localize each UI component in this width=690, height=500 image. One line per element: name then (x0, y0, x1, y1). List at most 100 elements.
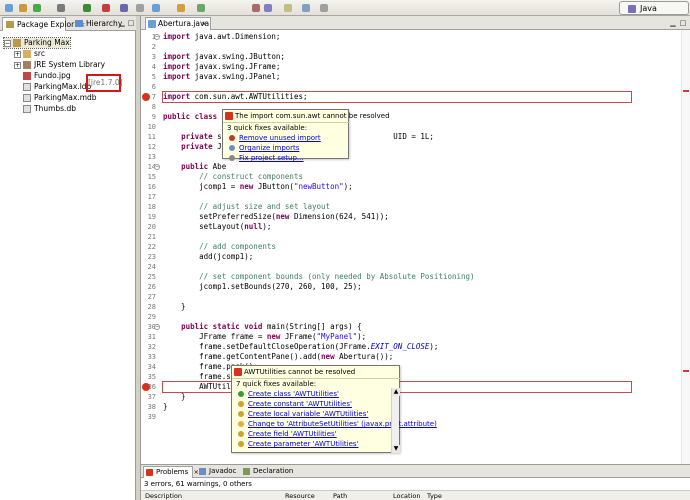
expand-icon[interactable]: + (14, 61, 21, 69)
tree-item[interactable]: Thumbs.db (14, 104, 76, 114)
quickfix-item[interactable]: Create local variable 'AWTUtilities' (238, 409, 368, 419)
code-line[interactable]: 4 import javax.swing.JFrame; (141, 62, 681, 72)
code-line[interactable]: 1−import java.awt.Dimension; (141, 32, 681, 42)
external-tools-icon[interactable] (100, 2, 112, 14)
quickfix-item[interactable]: Remove unused import (229, 133, 321, 143)
fold-toggle-icon[interactable]: − (154, 164, 160, 170)
fold-toggle-icon[interactable]: − (154, 324, 160, 330)
tab-problems[interactable]: Problems × (143, 466, 199, 478)
quickfix-item[interactable]: Create class 'AWTUtilities' (238, 389, 339, 399)
code-line[interactable]: 18 // adjust size and set layout (141, 202, 681, 212)
back-icon[interactable] (282, 2, 294, 14)
column-description[interactable]: Description (145, 492, 182, 500)
code-line[interactable]: 31 JFrame frame = new JFrame("MyPanel"); (141, 332, 681, 342)
pin-icon[interactable] (318, 2, 330, 14)
print-icon[interactable] (31, 2, 43, 14)
error-marker[interactable] (683, 370, 689, 372)
tree-item[interactable]: Fundo.jpg (14, 71, 71, 81)
code-line[interactable]: 7 import com.sun.awt.AWTUtilities; (141, 91, 681, 103)
new-java-project-icon[interactable] (118, 2, 130, 14)
tree-item[interactable]: + JRE System Library (14, 60, 105, 70)
code-line[interactable]: 17 (141, 192, 681, 202)
quickfix-item[interactable]: Organize imports (229, 143, 299, 153)
toolbar-glyph (19, 4, 27, 12)
search-icon[interactable] (195, 2, 207, 14)
save-icon[interactable] (17, 2, 29, 14)
code-line[interactable]: 16 jcomp1 = new JButton("newButton"); (141, 182, 681, 192)
code-line[interactable]: 2 (141, 42, 681, 52)
code-line[interactable]: 5 import javax.swing.JPanel; (141, 72, 681, 82)
code-line[interactable]: 33 frame.getContentPane().add(new Abertu… (141, 352, 681, 362)
code-line[interactable]: 15 // construct components (141, 172, 681, 182)
code-text: setLayout(null); (163, 222, 272, 231)
close-icon[interactable]: × (201, 18, 207, 30)
new-package-icon[interactable] (134, 2, 146, 14)
toolbar-glyph (252, 4, 260, 12)
quickfix-item[interactable]: Fix project setup... (229, 153, 304, 163)
code-line[interactable]: 20 setLayout(null); (141, 222, 681, 232)
code-line[interactable]: 27 (141, 292, 681, 302)
next-annotation-icon[interactable] (250, 2, 262, 14)
code-line[interactable]: 19 setPreferredSize(new Dimension(624, 5… (141, 212, 681, 222)
column-location[interactable]: Location (393, 492, 421, 500)
column-path[interactable]: Path (333, 492, 347, 500)
code-line[interactable]: 36 AWTUtilities.setWindowOpacity(frame, … (141, 381, 681, 393)
scroll-up-icon[interactable]: ▲ (392, 388, 400, 396)
tab-declaration[interactable]: Declaration (241, 466, 293, 478)
code-line[interactable]: 25 // set component bounds (only needed … (141, 272, 681, 282)
tab-hierarchy[interactable]: Hierarchy (72, 17, 122, 31)
column-resource[interactable]: Resource (285, 492, 315, 500)
new-class-icon[interactable] (150, 2, 162, 14)
debug-icon[interactable] (55, 2, 67, 14)
maximize-icon[interactable]: □ (679, 19, 687, 27)
prev-annotation-icon[interactable] (262, 2, 274, 14)
column-type[interactable]: Type (427, 492, 442, 500)
quickfix-item[interactable]: Change to 'AttributeSetUtilities' (javax… (238, 419, 437, 429)
quickfix-scrollbar[interactable]: ▲ ▼ (391, 388, 400, 453)
fold-toggle-icon[interactable]: − (154, 34, 160, 40)
code-line[interactable]: 14− public Abe (141, 162, 681, 172)
quickfix-item[interactable]: Create parameter 'AWTUtilities' (238, 439, 358, 449)
code-line[interactable]: 22 // add components (141, 242, 681, 252)
code-line[interactable]: 32 frame.setDefaultCloseOperation(JFrame… (141, 342, 681, 352)
tree-item[interactable]: ParkingMax.mdb (14, 93, 97, 103)
code-line[interactable]: 3 import javax.swing.JButton; (141, 52, 681, 62)
code-line[interactable]: 24 (141, 262, 681, 272)
tab-javadoc[interactable]: Javadoc (197, 466, 237, 478)
error-marker-icon[interactable] (142, 383, 150, 391)
code-line[interactable]: 23 add(jcomp1); (141, 252, 681, 262)
file-icon (23, 105, 31, 113)
error-marker[interactable] (683, 90, 689, 92)
code-line[interactable]: 37 } (141, 392, 681, 402)
expand-icon[interactable]: + (14, 50, 21, 58)
maximize-icon[interactable]: □ (127, 19, 135, 27)
code-line[interactable]: 38} (141, 402, 681, 412)
run-icon[interactable] (81, 2, 93, 14)
tree-item[interactable]: ParkingMax.ldb (14, 82, 91, 92)
quickfix-item[interactable]: Create field 'AWTUtilities' (238, 429, 337, 439)
collapse-icon[interactable]: − (4, 39, 11, 47)
scroll-down-icon[interactable]: ▼ (392, 445, 400, 453)
tree-item[interactable]: − Parking Max (3, 37, 71, 49)
tab-package-explorer[interactable]: Package Explor × (2, 17, 85, 31)
code-line[interactable]: 34 frame.pack(); (141, 362, 681, 372)
overview-ruler[interactable] (681, 30, 690, 464)
code-line[interactable]: 26 jcomp1.setBounds(270, 260, 100, 25); (141, 282, 681, 292)
new-icon[interactable] (3, 2, 15, 14)
toolbar-glyph (83, 4, 91, 12)
code-line[interactable]: 30− public static void main(String[] arg… (141, 322, 681, 332)
line-number: 17 (147, 193, 156, 201)
open-type-icon[interactable] (175, 2, 187, 14)
code-line[interactable]: 21 (141, 232, 681, 242)
minimize-icon[interactable]: ▁ (669, 19, 677, 27)
tab-abertura-java[interactable]: Abertura.java × (145, 17, 211, 30)
error-marker-icon[interactable] (142, 93, 150, 101)
code-line[interactable]: 29 (141, 312, 681, 322)
forward-icon[interactable] (300, 2, 312, 14)
quickfix-item[interactable]: Create constant 'AWTUtilities' (238, 399, 352, 409)
code-text: JFrame frame = new JFrame("MyPanel"); (163, 332, 367, 341)
java-perspective-button[interactable]: Java (619, 1, 689, 15)
tree-item[interactable]: + src (14, 49, 45, 59)
code-line[interactable]: 28 } (141, 302, 681, 312)
minimize-icon[interactable]: ▁ (118, 19, 126, 27)
